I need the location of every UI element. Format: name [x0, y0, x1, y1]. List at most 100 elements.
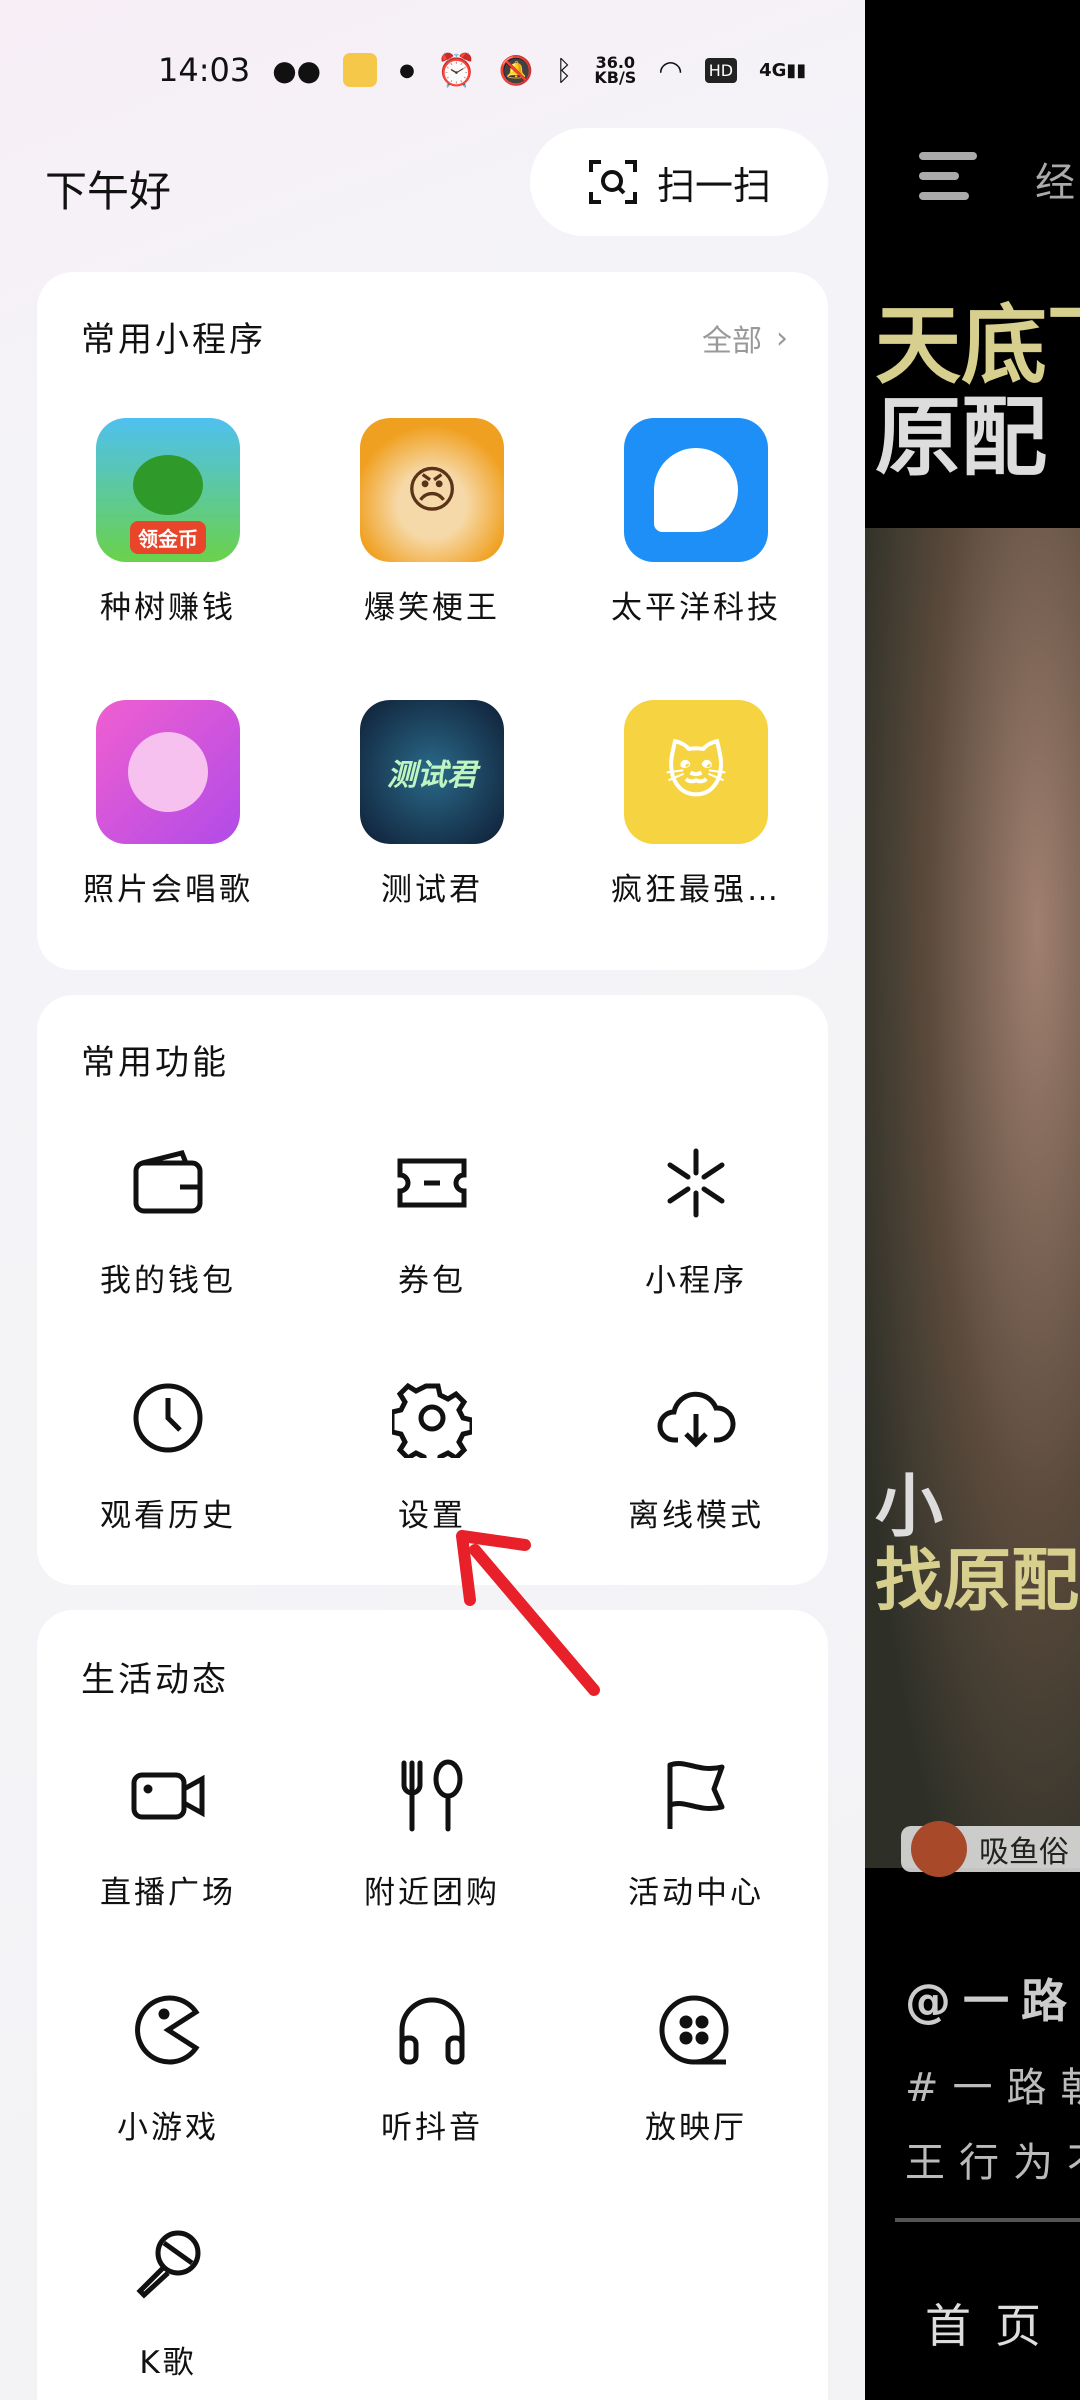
item-label: 附近团购 — [364, 1875, 500, 1911]
menu-icon[interactable] — [919, 152, 977, 200]
net-speed: 36.0 KB/S — [594, 55, 637, 87]
item-label: 测试君 — [381, 872, 483, 908]
cartoon-face-icon: 😠 — [360, 418, 504, 562]
clock-icon — [133, 1383, 203, 1453]
mini-program-item[interactable]: 😠 爆笑梗王 — [312, 418, 552, 627]
side-drawer: 14:03 ●● ● ⏰ 🔕 ᛒ 36.0 KB/S ◠ HD 4G▮▮ 下午好 … — [0, 0, 865, 2400]
video-caption-top: 天底下 原配 — [875, 300, 1080, 484]
description: 王行为不 — [905, 2140, 1080, 2186]
caption-line: 天底下 — [875, 295, 1080, 396]
function-settings[interactable]: 设置 — [312, 1378, 552, 1535]
hashtag[interactable]: #一路朝 — [905, 2055, 1080, 2113]
mini-program-item[interactable]: 🐱 疯狂最强… — [576, 700, 816, 909]
caption-line: 小 — [875, 1467, 944, 1547]
section-title: 常用小程序 — [81, 320, 266, 360]
clock: 14:03 — [158, 51, 251, 89]
item-label: 爆笑梗王 — [364, 590, 500, 626]
life-card: 生活动态 直播广场 附近团购 活动中心 小游戏 听抖音 放映厅 K歌 — [37, 1610, 828, 2400]
function-history[interactable]: 观看历史 — [48, 1378, 288, 1535]
caption-line: 原配 — [875, 387, 1047, 488]
coin-badge: 领金币 — [130, 521, 206, 554]
chat-bird-icon — [624, 418, 768, 562]
author-name[interactable]: @一路朝 — [905, 1965, 1080, 2031]
video-frame[interactable] — [865, 528, 1080, 1868]
scan-label: 扫一扫 — [656, 163, 771, 208]
view-all-label: 全部 — [702, 324, 762, 359]
section-title: 生活动态 — [81, 1660, 229, 1700]
item-label: 放映厅 — [645, 2110, 747, 2146]
mute-icon: 🔕 — [498, 53, 534, 87]
pacman-icon — [135, 1995, 200, 2065]
item-label: 种树赚钱 — [100, 590, 236, 626]
fork-spoon-icon — [401, 1759, 463, 1832]
net-speed-unit: KB/S — [594, 68, 637, 87]
function-mini-program[interactable]: 小程序 — [576, 1143, 816, 1300]
item-label: 券包 — [398, 1263, 466, 1299]
item-label: 观看历史 — [100, 1498, 236, 1534]
top-tab[interactable]: 经 — [1035, 150, 1075, 208]
bluetooth-icon: ᛒ — [555, 53, 573, 87]
status-bar: 14:03 ●● ● ⏰ 🔕 ᛒ 36.0 KB/S ◠ HD 4G▮▮ — [158, 48, 806, 92]
item-label: 照片会唱歌 — [83, 872, 253, 908]
life-theater[interactable]: 放映厅 — [576, 1990, 816, 2147]
tag-avatar — [911, 1821, 967, 1877]
dot-icon: ● — [399, 59, 415, 81]
tag-pill[interactable]: 吸鱼俗 — [901, 1821, 1080, 1877]
weibo-icon — [343, 53, 378, 87]
scan-icon — [588, 160, 637, 204]
functions-card: 常用功能 我的钱包 券包 小程序 观看历史 设置 离线模式 — [37, 995, 828, 1585]
signal-icon: 4G▮▮ — [759, 59, 807, 81]
microphone-planet-icon — [96, 700, 240, 844]
money-tree-icon: 领金币 — [96, 418, 240, 562]
test-logo-text: 测试君 — [387, 758, 477, 793]
view-all-link[interactable]: 全部 › — [702, 316, 788, 360]
scan-button[interactable]: 扫一扫 — [530, 128, 828, 236]
film-reel-icon — [659, 1995, 729, 2065]
mini-program-item[interactable]: 测试君 测试君 — [312, 700, 552, 909]
item-label: K歌 — [139, 2345, 197, 2381]
mini-program-item[interactable]: 太平洋科技 — [576, 418, 816, 627]
item-label: 小程序 — [645, 1263, 747, 1299]
item-label: 我的钱包 — [100, 1263, 236, 1299]
headphones-icon — [399, 1997, 465, 2065]
greeting: 下午好 — [45, 167, 172, 216]
nav-home[interactable]: 首页 — [925, 2290, 1065, 2356]
wechat-icon: ●● — [272, 53, 322, 87]
item-label: 直播广场 — [100, 1875, 236, 1911]
life-live[interactable]: 直播广场 — [48, 1755, 288, 1912]
tag-label: 吸鱼俗 — [979, 1835, 1069, 1870]
item-label: 小游戏 — [117, 2110, 219, 2146]
item-label: 听抖音 — [381, 2110, 483, 2146]
flag-icon — [667, 1761, 725, 1829]
mini-program-icon — [667, 1148, 725, 1218]
cartoon-cat-icon: 🐱 — [624, 700, 768, 844]
background-video-feed: 经 天底下 原配 小 找原配 吸鱼俗 @一路朝 #一路朝 王行为不 首页 — [865, 0, 1080, 2400]
hd-icon: HD — [704, 57, 738, 83]
video-caption-bottom: 小 找原配 — [875, 1470, 1079, 1618]
life-group-buy[interactable]: 附近团购 — [312, 1755, 552, 1912]
video-camera-icon — [131, 1772, 205, 1820]
alarm-icon: ⏰ — [436, 51, 477, 89]
item-label: 设置 — [398, 1498, 466, 1534]
gear-icon — [389, 1382, 475, 1469]
network-type: 4G — [759, 59, 787, 81]
section-title: 常用功能 — [81, 1043, 229, 1083]
function-offline[interactable]: 离线模式 — [576, 1378, 816, 1535]
wallet-icon — [133, 1150, 203, 1214]
ticket-icon — [397, 1158, 467, 1208]
function-coupons[interactable]: 券包 — [312, 1143, 552, 1300]
item-label: 疯狂最强… — [611, 872, 781, 908]
mini-program-item[interactable]: 领金币 种树赚钱 — [48, 418, 288, 627]
life-karaoke[interactable]: K歌 — [48, 2225, 288, 2382]
life-events[interactable]: 活动中心 — [576, 1755, 816, 1912]
mini-programs-card: 常用小程序 全部 › 领金币 种树赚钱 😠 爆笑梗王 太平洋科技 照片会唱歌 测试… — [37, 272, 828, 970]
life-listen[interactable]: 听抖音 — [312, 1990, 552, 2147]
life-mini-games[interactable]: 小游戏 — [48, 1990, 288, 2147]
mini-program-item[interactable]: 照片会唱歌 — [48, 700, 288, 909]
item-label: 太平洋科技 — [611, 590, 781, 626]
divider — [895, 2218, 1080, 2222]
caption-line: 找原配 — [875, 1541, 1080, 1621]
function-wallet[interactable]: 我的钱包 — [48, 1143, 288, 1300]
wifi-icon: ◠ — [658, 53, 683, 87]
item-label: 离线模式 — [628, 1498, 764, 1534]
